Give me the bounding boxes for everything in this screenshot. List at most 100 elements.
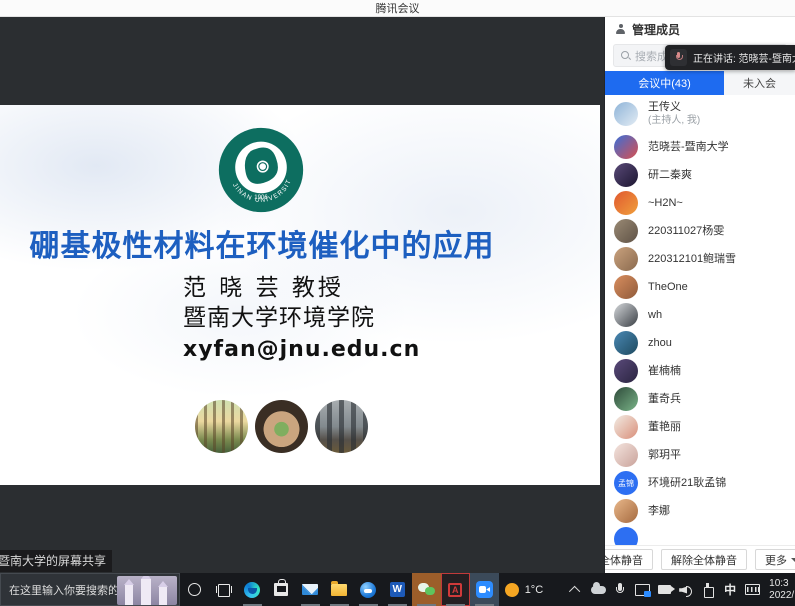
ime-label: 中 (724, 581, 736, 598)
tray-cast-button[interactable] (631, 573, 653, 606)
member-list[interactable]: 王传义 (主持人, 我) 范晓芸-暨南大学 研二秦爽 ~H2N~ 2203110… (605, 95, 795, 545)
member-row[interactable]: 董奇兵 (605, 385, 795, 413)
more-caret-icon (791, 558, 795, 562)
member-avatar (614, 499, 638, 523)
search-highlight-image (117, 576, 177, 605)
tray-volume-button[interactable] (675, 573, 697, 606)
member-avatar (614, 443, 638, 467)
member-name: 220312101鲍瑞雪 (648, 253, 736, 266)
mail-button[interactable] (296, 573, 325, 606)
cortana-button[interactable] (180, 573, 209, 606)
member-row[interactable]: 崔楠楠 (605, 357, 795, 385)
task-view-button[interactable] (209, 573, 238, 606)
mail-icon (302, 584, 318, 595)
member-avatar (614, 415, 638, 439)
member-avatar: 孟锦 (614, 471, 638, 495)
edge-button[interactable] (238, 573, 267, 606)
acrobat-button[interactable]: A (441, 573, 470, 606)
screen-cast-icon (635, 584, 650, 596)
member-name: ~H2N~ (648, 197, 683, 210)
panel-footer: 全体静音 解除全体静音 更多 (605, 545, 795, 573)
tencent-meeting-icon (476, 581, 493, 598)
member-avatar (614, 275, 638, 299)
member-row[interactable]: 王传义 (主持人, 我) (605, 95, 795, 133)
member-avatar (614, 163, 638, 187)
tray-cloud-button[interactable] (587, 573, 609, 606)
microphone-icon (616, 583, 624, 596)
taskbar-search-box[interactable]: 在这里输入你要搜索的内容 (0, 573, 180, 606)
window-title: 腾讯会议 (376, 0, 420, 16)
touch-keyboard-button[interactable] (741, 573, 763, 606)
file-explorer-icon (331, 584, 347, 596)
member-name: 崔楠楠 (648, 365, 681, 378)
store-button[interactable] (267, 573, 296, 606)
window-titlebar: 腾讯会议 (0, 0, 795, 17)
member-row[interactable]: 220312101鲍瑞雪 (605, 245, 795, 273)
netdisk-icon (360, 582, 376, 598)
wechat-icon (418, 583, 435, 597)
member-row[interactable] (605, 525, 795, 545)
member-avatar (614, 247, 638, 271)
member-tabs: 会议中(43) 未入会 (605, 71, 795, 95)
tray-usb-button[interactable] (697, 573, 719, 606)
more-button-label: 更多 (765, 552, 787, 568)
weather-temperature: 1°C (525, 584, 543, 596)
member-row[interactable]: wh (605, 301, 795, 329)
more-button[interactable]: 更多 (755, 549, 795, 570)
panel-title: 管理成员 (632, 21, 680, 38)
member-name: 郭玥平 (648, 449, 681, 462)
jinan-university-logo: 1906 JINAN UNIVERSITY (218, 127, 304, 213)
member-avatar-text: 孟锦 (618, 478, 634, 489)
member-avatar (614, 527, 638, 545)
store-icon (274, 583, 288, 596)
member-name: 范晓芸-暨南大学 (648, 141, 729, 154)
tab-not-joined[interactable]: 未入会 (724, 71, 795, 95)
taskbar-clock[interactable]: 10:3 2022/ (769, 573, 795, 606)
file-explorer-button[interactable] (325, 573, 354, 606)
member-name: 环境研21耿孟锦 (648, 477, 726, 490)
mute-all-button[interactable]: 全体静音 (604, 549, 653, 570)
tray-expand-button[interactable] (565, 573, 587, 606)
member-avatar (614, 219, 638, 243)
presenter-email: xyfan@jnu.edu.cn (183, 333, 420, 367)
member-avatar (614, 303, 638, 327)
member-avatar (614, 191, 638, 215)
member-row[interactable]: 研二秦爽 (605, 161, 795, 189)
tray-camera-button[interactable] (653, 573, 675, 606)
clock-time: 10:3 (769, 578, 795, 590)
weather-sun-icon (505, 583, 519, 597)
weather-widget[interactable]: 1°C (499, 573, 551, 606)
cortana-icon (188, 583, 201, 596)
member-row[interactable]: 董艳丽 (605, 413, 795, 441)
ime-indicator[interactable]: 中 (719, 573, 741, 606)
factory-photo (315, 400, 368, 453)
member-row[interactable]: 范晓芸-暨南大学 (605, 133, 795, 161)
member-row[interactable]: 郭玥平 (605, 441, 795, 469)
member-row[interactable]: ~H2N~ (605, 189, 795, 217)
member-name: 董奇兵 (648, 393, 681, 406)
tencent-meeting-button[interactable] (470, 573, 499, 606)
member-role: (主持人, 我) (648, 114, 700, 127)
cloud-icon (591, 585, 606, 594)
windows-taskbar: 在这里输入你要搜索的内容 W A 1°C 中 10:3 2022/ (0, 573, 795, 606)
presenter-name: 范 晓 芸 教授 (183, 273, 420, 303)
search-icon (621, 51, 630, 60)
member-row[interactable]: 孟锦 环境研21耿孟锦 (605, 469, 795, 497)
tab-in-meeting[interactable]: 会议中(43) (605, 71, 724, 95)
screen-share-label: 暨南大学的屏幕共享 (0, 550, 112, 572)
netdisk-button[interactable] (354, 573, 383, 606)
member-avatar (614, 135, 638, 159)
member-row[interactable]: 李娜 (605, 497, 795, 525)
member-avatar (614, 102, 638, 126)
member-row[interactable]: zhou (605, 329, 795, 357)
word-icon: W (390, 582, 405, 597)
tray-mic-button[interactable] (609, 573, 631, 606)
system-tray: 中 (565, 573, 763, 606)
panel-header: 管理成员 (605, 17, 795, 41)
hands-seedling-photo (255, 400, 308, 453)
word-button[interactable]: W (383, 573, 412, 606)
member-row[interactable]: 220311027杨雯 (605, 217, 795, 245)
member-row[interactable]: TheOne (605, 273, 795, 301)
wechat-button[interactable] (412, 573, 441, 606)
unmute-all-button[interactable]: 解除全体静音 (661, 549, 747, 570)
